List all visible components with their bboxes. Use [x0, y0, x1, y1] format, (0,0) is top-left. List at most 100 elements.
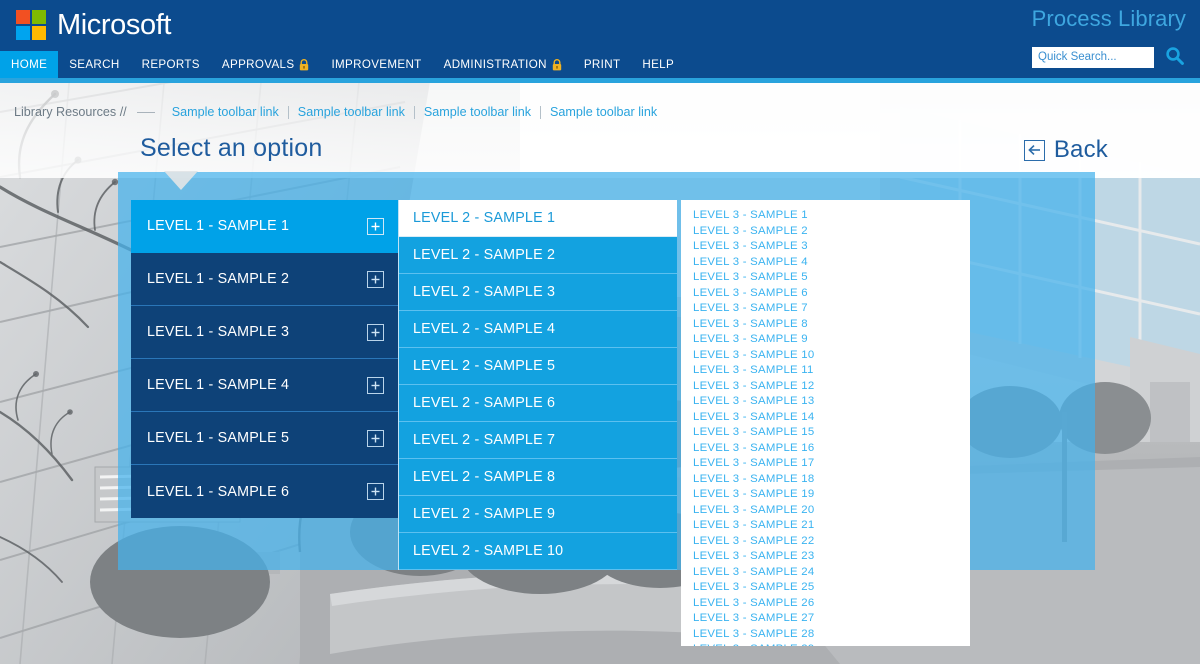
plus-box-icon[interactable] — [367, 376, 384, 394]
level3-item-label: LEVEL 3 - SAMPLE 8 — [693, 317, 808, 330]
nav-item-home[interactable]: HOME — [0, 51, 59, 78]
level3-item-label: LEVEL 3 - SAMPLE 14 — [693, 410, 815, 423]
arrow-left-boxed-icon — [1023, 139, 1045, 161]
plus-box-icon[interactable] — [367, 429, 384, 447]
level2-item[interactable]: LEVEL 2 - SAMPLE 7 — [399, 422, 677, 459]
plus-box-icon[interactable] — [367, 217, 384, 235]
level3-item[interactable]: LEVEL 3 - SAMPLE 24 — [681, 565, 970, 581]
level3-item-label: LEVEL 3 - SAMPLE 1 — [693, 209, 808, 221]
level1-item[interactable]: LEVEL 1 - SAMPLE 5 — [131, 412, 398, 465]
level3-item-label: LEVEL 3 - SAMPLE 27 — [693, 612, 815, 624]
microsoft-logo[interactable]: Microsoft — [16, 10, 171, 40]
nav-item-label: SEARCH — [69, 58, 120, 71]
level3-item-label: LEVEL 3 - SAMPLE 15 — [693, 426, 815, 438]
level1-item-label: LEVEL 1 - SAMPLE 3 — [147, 324, 290, 340]
level3-item[interactable]: LEVEL 3 - SAMPLE 22 — [681, 534, 970, 550]
level3-item[interactable]: LEVEL 3 - SAMPLE 4 — [681, 255, 970, 271]
level3-item-label: LEVEL 3 - SAMPLE 3 — [693, 240, 808, 252]
level2-item[interactable]: LEVEL 2 - SAMPLE 10 — [399, 533, 677, 570]
level2-item[interactable]: LEVEL 2 - SAMPLE 8 — [399, 459, 677, 496]
nav-item-reports[interactable]: REPORTS — [131, 51, 211, 78]
back-button[interactable]: Back — [1023, 136, 1108, 164]
level3-item[interactable]: LEVEL 3 - SAMPLE 7 — [681, 301, 970, 317]
level3-item-label: LEVEL 3 - SAMPLE 28 — [693, 627, 815, 640]
nav-item-label: IMPROVEMENT — [331, 58, 422, 71]
level3-item[interactable]: LEVEL 3 - SAMPLE 26 — [681, 596, 970, 612]
level1-item[interactable]: LEVEL 1 - SAMPLE 3 — [131, 306, 398, 359]
breadcrumb-link-3[interactable]: Sample toolbar link — [415, 105, 540, 119]
level2-item[interactable]: LEVEL 2 - SAMPLE 6 — [399, 385, 677, 422]
level3-item[interactable]: LEVEL 3 - SAMPLE 28 — [681, 627, 970, 643]
level1-item[interactable]: LEVEL 1 - SAMPLE 4 — [131, 359, 398, 412]
level1-item[interactable]: LEVEL 1 - SAMPLE 2 — [131, 253, 398, 306]
level3-item-label: LEVEL 3 - SAMPLE 5 — [693, 271, 808, 283]
level2-item[interactable]: LEVEL 2 - SAMPLE 4 — [399, 311, 677, 348]
plus-box-icon[interactable] — [367, 323, 384, 341]
level3-item-label: LEVEL 3 - SAMPLE 22 — [693, 534, 815, 547]
level3-item[interactable]: LEVEL 3 - SAMPLE 8 — [681, 317, 970, 333]
level3-item[interactable]: LEVEL 3 - SAMPLE 20 — [681, 503, 970, 519]
level3-item[interactable]: LEVEL 3 - SAMPLE 2 — [681, 224, 970, 240]
level2-item[interactable]: LEVEL 2 - SAMPLE 1 — [399, 200, 677, 237]
level3-item[interactable]: LEVEL 3 - SAMPLE 6 — [681, 286, 970, 302]
level3-item[interactable]: LEVEL 3 - SAMPLE 9 — [681, 332, 970, 348]
nav-item-label: PRINT — [583, 58, 621, 71]
level1-item[interactable]: LEVEL 1 - SAMPLE 6 — [131, 465, 398, 518]
level2-item-label: LEVEL 2 - SAMPLE 1 — [413, 210, 556, 226]
level3-item-label: LEVEL 3 - SAMPLE 29 — [693, 643, 814, 646]
panel-notch-triangle — [164, 171, 198, 190]
level1-item[interactable]: LEVEL 1 - SAMPLE 1 — [131, 200, 398, 253]
breadcrumb-dash — [136, 111, 155, 113]
level3-item[interactable]: LEVEL 3 - SAMPLE 18 — [681, 472, 970, 488]
level3-item[interactable]: LEVEL 3 - SAMPLE 19 — [681, 487, 970, 503]
level3-item-label: LEVEL 3 - SAMPLE 17 — [693, 457, 815, 469]
back-button-label: Back — [1053, 136, 1108, 163]
level3-item[interactable]: LEVEL 3 - SAMPLE 14 — [681, 410, 970, 426]
level2-item-label: LEVEL 2 - SAMPLE 3 — [413, 284, 556, 300]
nav-item-search[interactable]: SEARCH — [58, 51, 130, 78]
level2-item[interactable]: LEVEL 2 - SAMPLE 3 — [399, 274, 677, 311]
plus-box-icon[interactable] — [367, 270, 384, 288]
level3-item[interactable]: LEVEL 3 - SAMPLE 12 — [681, 379, 970, 395]
level3-item[interactable]: LEVEL 3 - SAMPLE 17 — [681, 456, 970, 472]
level3-item-label: LEVEL 3 - SAMPLE 12 — [693, 379, 815, 392]
level3-item[interactable]: LEVEL 3 - SAMPLE 23 — [681, 549, 970, 565]
top-header: Microsoft Process Library HOME — [0, 0, 1200, 78]
plus-box-icon[interactable] — [367, 483, 384, 500]
nav-item-help[interactable]: HELP — [631, 51, 685, 78]
level3-item-label: LEVEL 3 - SAMPLE 19 — [693, 488, 815, 500]
breadcrumb-link-4[interactable]: Sample toolbar link — [541, 105, 666, 119]
level3-item[interactable]: LEVEL 3 - SAMPLE 10 — [681, 348, 970, 364]
level3-item-label: LEVEL 3 - SAMPLE 23 — [693, 550, 815, 562]
main-navigation: HOME SEARCH REPORTS APPROVALS IMPROVEMEN… — [0, 51, 1200, 78]
level1-item-label: LEVEL 1 - SAMPLE 6 — [147, 483, 290, 500]
level3-item[interactable]: LEVEL 3 - SAMPLE 21 — [681, 518, 970, 534]
microsoft-squares-logo-icon — [16, 10, 46, 40]
level2-item[interactable]: LEVEL 2 - SAMPLE 2 — [399, 237, 677, 274]
level2-item[interactable]: LEVEL 2 - SAMPLE 9 — [399, 496, 677, 533]
nav-item-print[interactable]: PRINT — [573, 51, 632, 78]
level2-item-label: LEVEL 2 - SAMPLE 4 — [413, 321, 556, 337]
level3-column: LEVEL 3 - SAMPLE 1 LEVEL 3 - SAMPLE 2 LE… — [681, 200, 970, 646]
breadcrumb-link-2[interactable]: Sample toolbar link — [289, 105, 414, 119]
level3-item[interactable]: LEVEL 3 - SAMPLE 27 — [681, 611, 970, 627]
level3-item[interactable]: LEVEL 3 - SAMPLE 5 — [681, 270, 970, 286]
level3-item[interactable]: LEVEL 3 - SAMPLE 3 — [681, 239, 970, 255]
nav-item-administration[interactable]: ADMINISTRATION — [433, 51, 573, 78]
level3-item-label: LEVEL 3 - SAMPLE 20 — [693, 503, 815, 516]
nav-item-approvals[interactable]: APPROVALS — [211, 51, 321, 78]
level3-item[interactable]: LEVEL 3 - SAMPLE 16 — [681, 441, 970, 457]
level1-item-label: LEVEL 1 - SAMPLE 1 — [147, 218, 290, 234]
level3-item-label: LEVEL 3 - SAMPLE 18 — [693, 472, 815, 485]
level3-item[interactable]: LEVEL 3 - SAMPLE 13 — [681, 394, 970, 410]
nav-item-improvement[interactable]: IMPROVEMENT — [320, 51, 432, 78]
level2-item-label: LEVEL 2 - SAMPLE 7 — [413, 432, 556, 448]
breadcrumb-link-1[interactable]: Sample toolbar link — [163, 105, 288, 119]
level3-item[interactable]: LEVEL 3 - SAMPLE 29 — [681, 642, 970, 646]
level2-item[interactable]: LEVEL 2 - SAMPLE 5 — [399, 348, 677, 385]
level3-item[interactable]: LEVEL 3 - SAMPLE 15 — [681, 425, 970, 441]
level3-item-label: LEVEL 3 - SAMPLE 24 — [693, 565, 815, 578]
level3-item[interactable]: LEVEL 3 - SAMPLE 1 — [681, 208, 970, 224]
level3-item[interactable]: LEVEL 3 - SAMPLE 11 — [681, 363, 970, 379]
level3-item[interactable]: LEVEL 3 - SAMPLE 25 — [681, 580, 970, 596]
